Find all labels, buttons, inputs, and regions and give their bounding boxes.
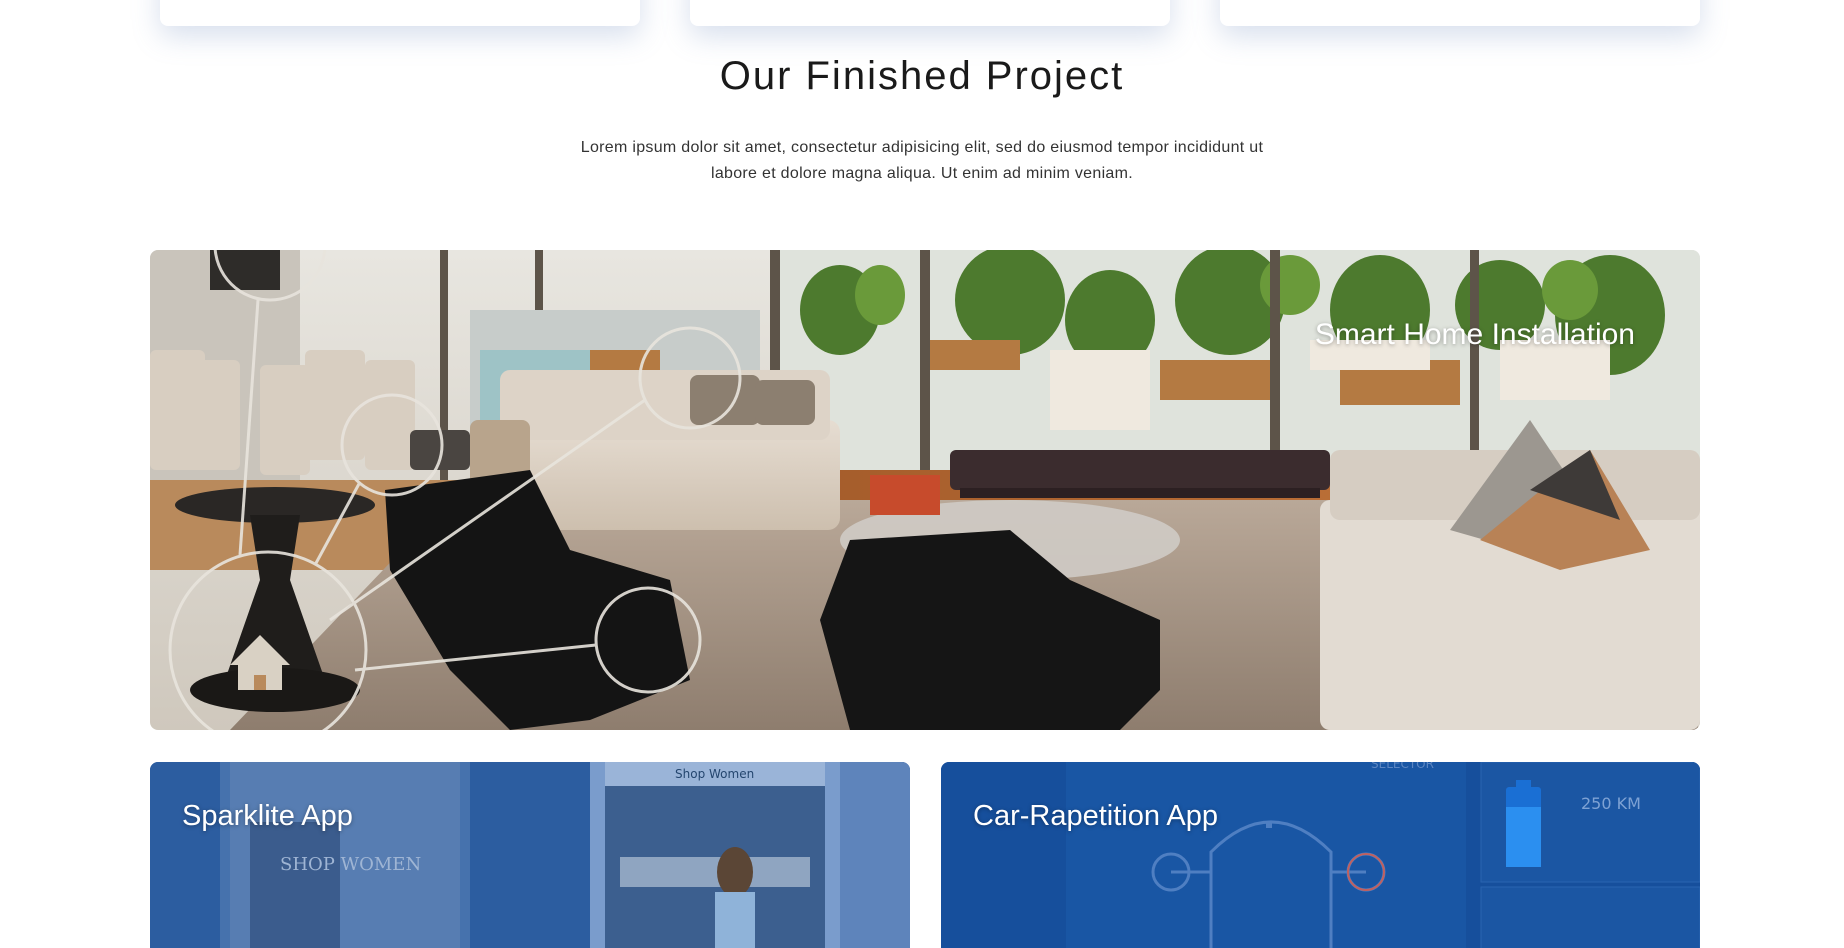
project-title-sparklite: Sparklite App — [182, 800, 353, 832]
section-description: Lorem ipsum dolor sit amet, consectetur … — [550, 135, 1294, 187]
car-app-screens: SELECTOR 250 KM — [941, 762, 1700, 948]
distance-text: 250 KM — [1581, 794, 1641, 813]
previous-card-1 — [160, 0, 640, 26]
project-title-smart-home: Smart Home Installation — [1314, 318, 1635, 351]
project-card-smart-home[interactable]: Smart Home Installation — [150, 250, 1700, 730]
sparklite-app-screens: SHOP WOMEN Shop Women — [150, 762, 910, 948]
section-description-line-1: Lorem ipsum dolor sit amet, consectetur … — [580, 139, 1264, 156]
project-card-car-rapetition[interactable]: SELECTOR 250 KM Car-Rapetition App — [941, 762, 1700, 948]
previous-section-cards — [0, 0, 1844, 40]
previous-card-3 — [1220, 0, 1700, 26]
project-title-car-rapetition: Car-Rapetition App — [973, 800, 1219, 832]
project-card-sparklite[interactable]: SHOP WOMEN Shop Women Sparklite App — [150, 762, 910, 948]
selector-text: SELECTOR — [1371, 762, 1434, 771]
shop-women-banner-text: SHOP WOMEN — [280, 854, 421, 875]
section-title: Our Finished Project — [719, 54, 1125, 98]
previous-card-2 — [690, 0, 1170, 26]
section-description-line-2: labore et dolore magna aliqua. Ut enim a… — [710, 165, 1134, 182]
shop-women-header-text: Shop Women — [675, 767, 754, 781]
